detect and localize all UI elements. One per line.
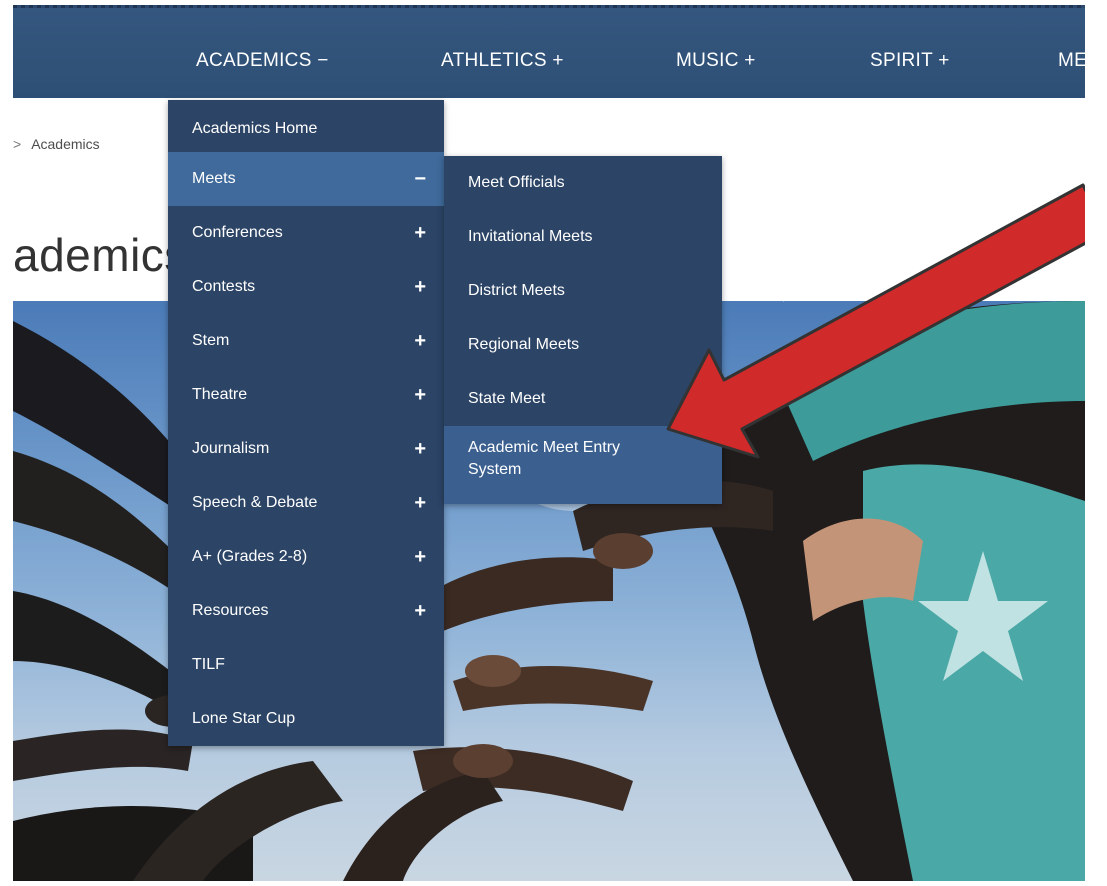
menu-item-tilf[interactable]: TILF bbox=[168, 638, 444, 692]
submenu-item-invitational-meets[interactable]: Invitational Meets bbox=[444, 210, 722, 264]
menu-item-label: Theatre bbox=[192, 386, 248, 403]
submenu-item-academic-meet-entry-system[interactable]: Academic Meet Entry System bbox=[444, 426, 722, 504]
menu-item-label: Speech & Debate bbox=[192, 494, 318, 511]
submenu-item-regional-meets[interactable]: Regional Meets bbox=[444, 318, 722, 372]
menu-item-label: TILF bbox=[192, 656, 225, 673]
submenu-item-label: Invitational Meets bbox=[468, 228, 593, 245]
expand-icon[interactable]: + bbox=[414, 206, 426, 260]
collapse-icon[interactable]: − bbox=[414, 152, 426, 206]
expand-icon[interactable]: + bbox=[414, 314, 426, 368]
nav-more-truncated[interactable]: ME bbox=[1058, 50, 1085, 72]
submenu-item-label: Regional Meets bbox=[468, 336, 580, 353]
breadcrumb-separator: > bbox=[13, 136, 22, 152]
submenu-item-label: State Meet bbox=[468, 390, 546, 407]
expand-icon[interactable]: + bbox=[414, 530, 426, 584]
menu-item-contests[interactable]: Contests + bbox=[168, 260, 444, 314]
menu-item-conferences[interactable]: Conferences + bbox=[168, 206, 444, 260]
breadcrumb: > Academics bbox=[13, 136, 100, 152]
top-border bbox=[13, 0, 1085, 8]
menu-item-label: Lone Star Cup bbox=[192, 710, 296, 727]
menu-item-label: Meets bbox=[192, 170, 236, 187]
annotation-text: Entry System bbox=[760, 135, 1010, 313]
right-border bbox=[1085, 0, 1107, 881]
nav-academics[interactable]: ACADEMICS − bbox=[196, 50, 329, 72]
meets-submenu: Meet Officials Invitational Meets Distri… bbox=[444, 156, 722, 504]
academics-dropdown-menu: Academics Home Meets − Conferences + Conte… bbox=[168, 100, 444, 746]
nav-spirit[interactable]: SPIRIT + bbox=[870, 50, 950, 72]
menu-item-journalism[interactable]: Journalism + bbox=[168, 422, 444, 476]
menu-item-theatre[interactable]: Theatre + bbox=[168, 368, 444, 422]
expand-icon[interactable]: + bbox=[414, 260, 426, 314]
submenu-item-label-line2: System bbox=[468, 461, 522, 478]
expand-icon[interactable]: + bbox=[414, 368, 426, 422]
menu-item-lone-star-cup[interactable]: Lone Star Cup bbox=[168, 692, 444, 746]
breadcrumb-current[interactable]: Academics bbox=[31, 136, 99, 152]
submenu-item-district-meets[interactable]: District Meets bbox=[444, 264, 722, 318]
menu-item-resources[interactable]: Resources + bbox=[168, 584, 444, 638]
menu-item-stem[interactable]: Stem + bbox=[168, 314, 444, 368]
menu-item-label: Resources bbox=[192, 602, 269, 619]
menu-item-academics-home[interactable]: Academics Home bbox=[168, 100, 444, 152]
main-navbar: ACADEMICS − ATHLETICS + MUSIC + SPIRIT +… bbox=[13, 8, 1085, 98]
menu-item-label: Journalism bbox=[192, 440, 270, 457]
left-border bbox=[0, 0, 13, 881]
submenu-item-label-line1: Academic Meet Entry bbox=[468, 439, 621, 456]
expand-icon[interactable]: + bbox=[414, 584, 426, 638]
menu-item-meets[interactable]: Meets − bbox=[168, 152, 444, 206]
submenu-item-state-meet[interactable]: State Meet bbox=[444, 372, 722, 426]
submenu-item-label: District Meets bbox=[468, 282, 565, 299]
menu-item-label: Stem bbox=[192, 332, 230, 349]
menu-item-speech-debate[interactable]: Speech & Debate + bbox=[168, 476, 444, 530]
menu-item-a-plus[interactable]: A+ (Grades 2-8) + bbox=[168, 530, 444, 584]
expand-icon[interactable]: + bbox=[414, 422, 426, 476]
submenu-item-meet-officials[interactable]: Meet Officials bbox=[444, 156, 722, 210]
expand-icon[interactable]: + bbox=[414, 476, 426, 530]
submenu-item-label: Meet Officials bbox=[468, 174, 565, 191]
menu-item-label: Contests bbox=[192, 278, 256, 295]
nav-music[interactable]: MUSIC + bbox=[676, 50, 756, 72]
nav-athletics[interactable]: ATHLETICS + bbox=[441, 50, 564, 72]
menu-item-label: A+ (Grades 2-8) bbox=[192, 548, 308, 565]
menu-item-label: Conferences bbox=[192, 224, 283, 241]
menu-item-label: Academics Home bbox=[192, 120, 318, 137]
